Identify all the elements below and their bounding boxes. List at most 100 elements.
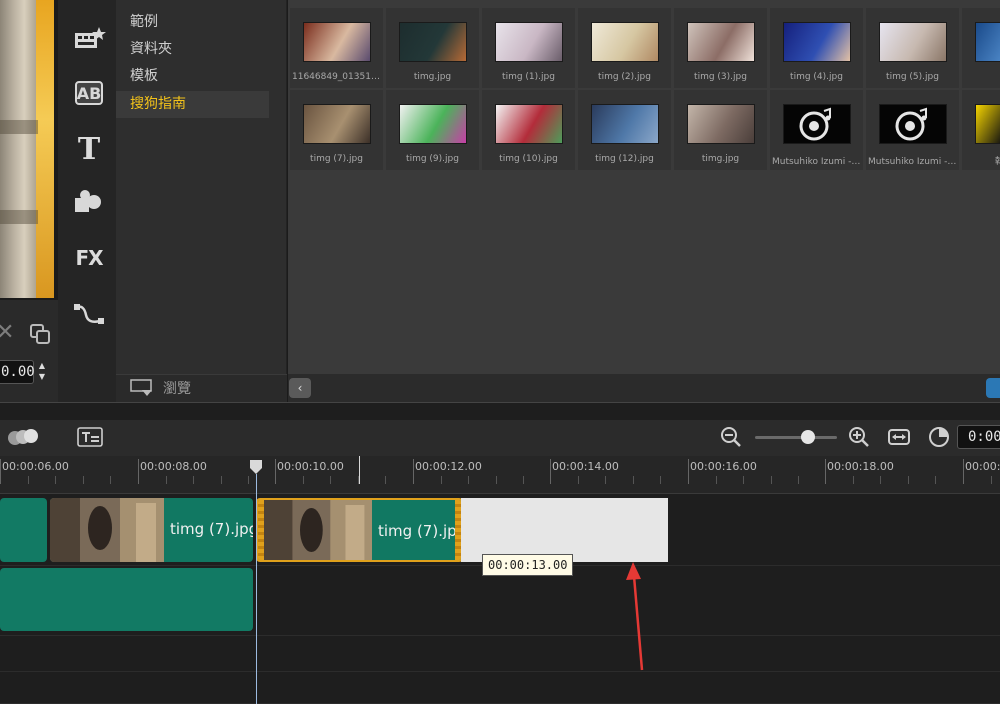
- media-thumbnail[interactable]: 韓國歌: [961, 89, 1000, 171]
- filter-fx-icon[interactable]: FX: [72, 243, 106, 273]
- duration-field[interactable]: 0.00: [0, 360, 35, 384]
- ruler-minor-tick: [660, 476, 661, 484]
- media-thumbnail[interactable]: timg (10).jpg: [481, 89, 576, 171]
- zoom-slider[interactable]: [755, 436, 837, 439]
- zoom-in-icon[interactable]: [848, 426, 870, 448]
- zoom-out-icon[interactable]: [720, 426, 742, 448]
- ruler-minor-tick: [83, 476, 84, 484]
- ruler-tick: [825, 459, 826, 484]
- ruler-tick: [0, 459, 1, 484]
- scroll-left-button[interactable]: ‹: [289, 378, 311, 398]
- ruler-minor-tick: [248, 476, 249, 484]
- media-thumbnail[interactable]: timg (3).jpg: [673, 7, 768, 89]
- spin-up-icon[interactable]: ▲: [35, 360, 49, 371]
- thumbnail-image: [975, 22, 1000, 62]
- library-item-folder[interactable]: 資料夾: [116, 36, 269, 63]
- thumbnail-image: [495, 104, 563, 144]
- ruler-label: 00:00:14.00: [552, 460, 619, 473]
- media-thumbnail[interactable]: timg (12).jpg: [577, 89, 672, 171]
- playhead-handle[interactable]: [250, 460, 262, 474]
- ruler-minor-tick: [798, 476, 799, 484]
- thumbnail-image: [399, 22, 467, 62]
- media-thumbnail[interactable]: timg.jpg: [673, 89, 768, 171]
- ruler-minor-tick: [771, 476, 772, 484]
- media-thumbnail[interactable]: tim: [961, 7, 1000, 89]
- video-clip-selected[interactable]: timg (7).jpg: [256, 498, 463, 562]
- ruler-tick: [275, 459, 276, 484]
- video-clip-previous[interactable]: [0, 498, 47, 562]
- thumbnail-label: Mutsuhiko Izumi - 赵...: [772, 157, 861, 167]
- graphic-icon[interactable]: [72, 187, 106, 217]
- copy-icon[interactable]: [29, 323, 51, 345]
- media-thumbnail[interactable]: timg (1).jpg: [481, 7, 576, 89]
- thumbnail-label: timg (12).jpg: [595, 154, 654, 164]
- thumbnail-label: timg.jpg: [413, 72, 452, 82]
- media-thumbnail[interactable]: timg (2).jpg: [577, 7, 672, 89]
- ruler-minor-tick: [221, 476, 222, 484]
- thumbnail-label: timg (5).jpg: [886, 72, 939, 82]
- fit-project-icon[interactable]: [888, 426, 910, 448]
- media-scrollbar[interactable]: [288, 374, 1000, 402]
- ruler-label: 00:00:12.00: [415, 460, 482, 473]
- thumbnail-image: [399, 104, 467, 144]
- overlay-clip[interactable]: [0, 568, 253, 631]
- duration-stepper[interactable]: ▲ ▼: [35, 360, 49, 384]
- ruler-minor-tick: [633, 476, 634, 484]
- video-clip[interactable]: timg (7).jpg: [50, 498, 253, 562]
- title-track[interactable]: [0, 636, 1000, 672]
- ruler-minor-tick: [441, 476, 442, 484]
- timeline-timecode[interactable]: 0:00: [957, 425, 1000, 449]
- media-thumbnail[interactable]: 11646849_0135181091...: [289, 7, 384, 89]
- subtitle-editor-icon[interactable]: [77, 427, 103, 447]
- thumbnail-image: [591, 22, 659, 62]
- ruler-minor-tick: [991, 476, 992, 484]
- video-editor-window: ✕ 0.00 ▲ ▼ AB T FX 範例 資料夾 模板 搜狗指南 瀏覽 ‹ 0…: [0, 0, 1000, 704]
- duration-pie-icon[interactable]: [928, 426, 950, 448]
- media-thumbnail[interactable]: Mutsuhiko Izumi - 赵...: [865, 89, 960, 171]
- ruler-label: 00:00:18.00: [827, 460, 894, 473]
- preview-controls: [0, 300, 58, 402]
- thumbnail-image: [879, 22, 947, 62]
- library-item-sogou-guide[interactable]: 搜狗指南: [116, 91, 269, 118]
- track-manager-icon[interactable]: [6, 427, 40, 447]
- title-icon[interactable]: T: [72, 132, 106, 167]
- thumbnail-image: [303, 104, 371, 144]
- spin-down-icon[interactable]: ▼: [35, 371, 49, 382]
- media-thumbnail[interactable]: timg (9).jpg: [385, 89, 480, 171]
- scroll-thumb[interactable]: [986, 378, 1000, 398]
- media-thumbnail[interactable]: Mutsuhiko Izumi - 赵...: [769, 89, 864, 171]
- library-item-templates[interactable]: 模板: [116, 63, 269, 90]
- mouse-cursor-line: [359, 456, 360, 484]
- ruler-minor-tick: [110, 476, 111, 484]
- delete-icon[interactable]: ✕: [0, 320, 14, 345]
- thumbnail-label: timg (10).jpg: [499, 154, 558, 164]
- ruler-minor-tick: [385, 476, 386, 484]
- ruler-tick: [413, 459, 414, 484]
- path-icon[interactable]: [72, 299, 106, 329]
- media-thumbnail[interactable]: timg (7).jpg: [289, 89, 384, 171]
- thumbnail-image: [687, 104, 755, 144]
- media-thumbnail[interactable]: timg (4).jpg: [769, 7, 864, 89]
- ruler-minor-tick: [468, 476, 469, 484]
- media-thumbnail[interactable]: timg.jpg: [385, 7, 480, 89]
- transition-ab-icon[interactable]: AB: [75, 81, 103, 105]
- voice-track[interactable]: [0, 672, 1000, 704]
- playhead-line: [256, 474, 257, 704]
- zoom-slider-handle[interactable]: [801, 430, 815, 444]
- browse-button[interactable]: 瀏覽: [163, 378, 191, 398]
- ruler-label: 00:00:16.00: [690, 460, 757, 473]
- music-note-icon: [783, 104, 851, 144]
- ruler-tick: [138, 459, 139, 484]
- ruler-minor-tick: [605, 476, 606, 484]
- annotation-arrow: [626, 562, 644, 671]
- ruler-minor-tick: [330, 476, 331, 484]
- library-item-samples[interactable]: 範例: [116, 9, 269, 36]
- browse-icon[interactable]: [130, 379, 156, 397]
- media-thumbnail[interactable]: timg (5).jpg: [865, 7, 960, 89]
- ruler-label: 00:00:20.00: [965, 460, 1000, 473]
- panel-divider[interactable]: [0, 402, 1000, 420]
- ruler-minor-tick: [28, 476, 29, 484]
- ruler-minor-tick: [880, 476, 881, 484]
- instant-project-icon[interactable]: [72, 24, 106, 54]
- thumbnail-label: 韓國歌: [964, 154, 1000, 167]
